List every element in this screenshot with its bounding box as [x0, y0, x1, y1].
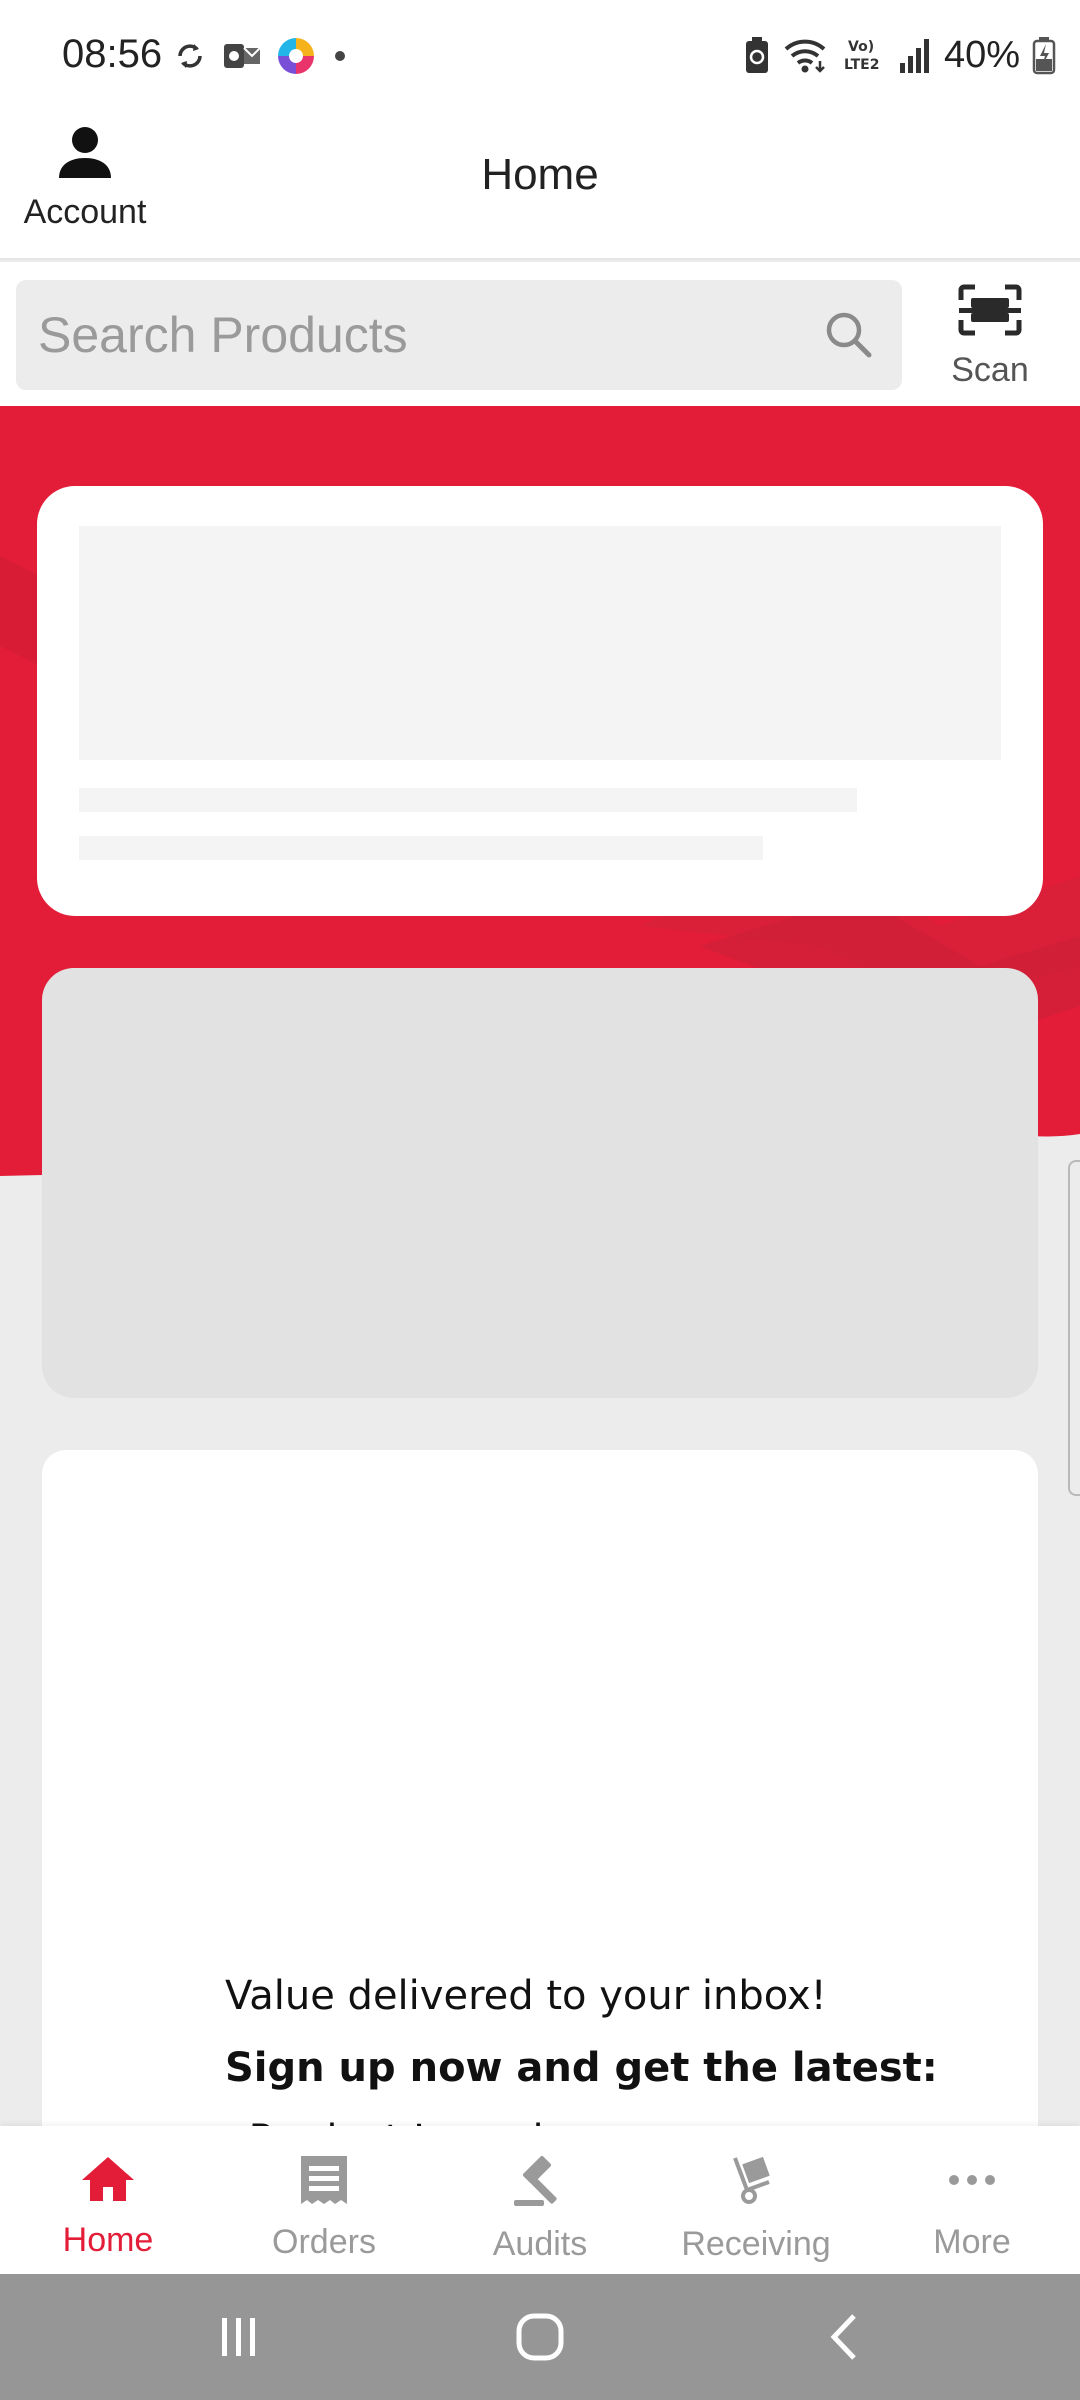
- sync-icon: [172, 38, 208, 74]
- status-right-icons: Vo) LTE2 40%: [744, 30, 1056, 80]
- nav-receiving[interactable]: Receiving: [648, 2126, 864, 2274]
- banner-skeleton: [42, 968, 1038, 1398]
- nav-orders-label: Orders: [272, 2223, 376, 2261]
- nav-orders[interactable]: Orders: [216, 2126, 432, 2274]
- notification-dot-icon: [330, 46, 350, 66]
- volte-label-bottom: LTE2: [844, 57, 879, 73]
- promo-text: Value delivered to your inbox! Sign up n…: [225, 1960, 985, 2126]
- volte-icon: Vo) LTE2: [842, 35, 886, 75]
- signal-icon: [898, 35, 932, 75]
- recent-apps-button[interactable]: [214, 2312, 264, 2367]
- home-system-button[interactable]: [514, 2312, 566, 2367]
- status-left-icons: [172, 32, 350, 80]
- nav-home-label: Home: [62, 2221, 154, 2259]
- nav-audits[interactable]: Audits: [432, 2126, 648, 2274]
- skeleton-image: [79, 526, 1001, 760]
- scan-label: Scan: [951, 351, 1029, 389]
- battery-saver-icon: [744, 35, 770, 75]
- status-time: 08:56: [62, 32, 163, 76]
- gavel-icon: [510, 2154, 570, 2213]
- status-bar: 08:56 Vo) LTE2 40%: [0, 0, 1080, 110]
- browser-icon: [276, 36, 316, 76]
- nav-more[interactable]: More: [864, 2126, 1080, 2274]
- hand-truck-icon: [727, 2154, 785, 2213]
- promo-subheadline: Sign up now and get the latest:: [225, 2045, 938, 2091]
- bottom-navigation: Home Orders Audits Receiving More: [0, 2126, 1080, 2274]
- search-row: Scan: [0, 262, 1080, 406]
- home-icon: [79, 2154, 137, 2209]
- page-title: Home: [481, 150, 599, 199]
- nav-receiving-label: Receiving: [681, 2225, 831, 2263]
- battery-percent: 40%: [943, 33, 1020, 76]
- search-input[interactable]: [38, 280, 798, 390]
- barcode-scan-icon: [957, 284, 1023, 341]
- app-header: Account Home: [0, 110, 1080, 260]
- skeleton-line: [79, 788, 857, 812]
- system-navigation-bar: [0, 2274, 1080, 2400]
- outlook-icon: [222, 38, 262, 74]
- volte-label-top: Vo): [848, 39, 874, 55]
- newsletter-promo-card[interactable]: Value delivered to your inbox! Sign up n…: [42, 1450, 1038, 2126]
- loading-card-skeleton: [37, 486, 1043, 916]
- search-box[interactable]: [16, 280, 902, 390]
- wifi-icon: [782, 35, 830, 75]
- nav-audits-label: Audits: [492, 2225, 588, 2263]
- battery-icon: [1032, 35, 1056, 75]
- receipt-icon: [295, 2154, 353, 2211]
- edge-panel-handle[interactable]: [1068, 1160, 1080, 1496]
- scan-button[interactable]: Scan: [930, 284, 1050, 394]
- skeleton-line: [79, 836, 763, 860]
- search-icon[interactable]: [822, 308, 876, 367]
- back-button[interactable]: [820, 2312, 870, 2367]
- more-dots-icon: [943, 2154, 1001, 2211]
- promo-bullet: •Product Launches: [225, 2104, 985, 2126]
- promo-headline: Value delivered to your inbox!: [225, 1973, 827, 2019]
- nav-more-label: More: [933, 2223, 1011, 2261]
- home-content[interactable]: Value delivered to your inbox! Sign up n…: [0, 406, 1080, 2126]
- nav-home[interactable]: Home: [0, 2126, 216, 2274]
